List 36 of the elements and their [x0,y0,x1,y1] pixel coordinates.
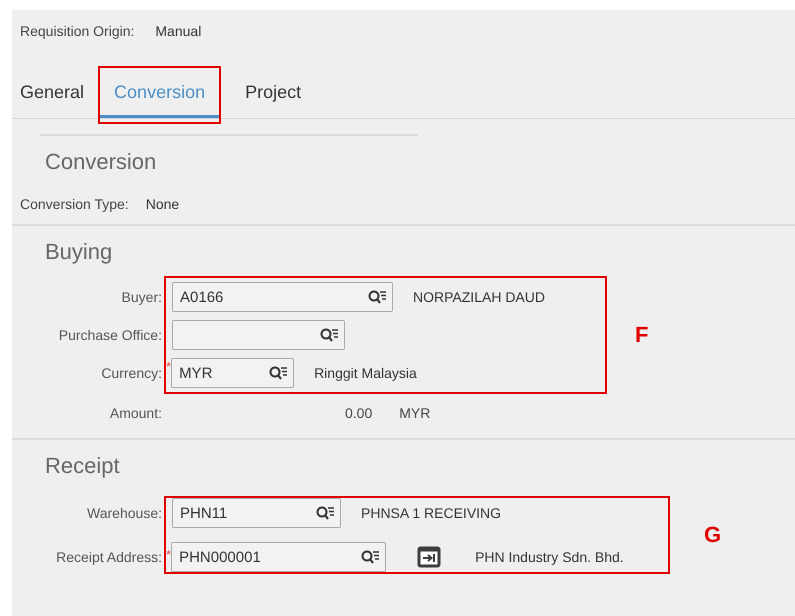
tab[interactable]: Project [245,82,302,118]
search-icon[interactable] [315,505,335,521]
field-label: Receipt Address: [56,549,162,565]
section-heading: Receipt [44,452,121,480]
field-label: Currency: [101,365,162,381]
search-icon[interactable] [268,365,288,381]
description-text: Ringgit Malaysia [314,365,417,381]
annotation-label: G [704,522,722,548]
field-label: Warehouse: [87,505,162,521]
description-text: NORPAZILAH DAUD [413,289,545,305]
lookup-field[interactable]: MYR [171,358,294,388]
description-text: PHN Industry Sdn. Bhd. [475,549,624,565]
action-icon[interactable] [417,546,442,568]
search-icon[interactable] [319,327,339,343]
search-icon[interactable] [360,549,380,565]
section-heading: Buying [44,238,114,266]
field-label: Buyer: [122,289,162,305]
field-value: Manual [155,23,202,39]
annotation-label: F [635,322,648,348]
lookup-field[interactable] [172,320,345,350]
field-label: Requisition Origin: [20,23,134,39]
field-label: Conversion Type: [20,196,129,212]
tab[interactable]: General [20,82,84,118]
required-marker: * [166,548,172,561]
required-marker: * [166,360,172,373]
amount-value: 0.00 [345,405,372,421]
lookup-field[interactable]: PHN11 [172,498,341,528]
currency-unit: MYR [399,405,430,421]
description-text: PHNSA 1 RECEIVING [361,505,502,521]
section-heading: Conversion [44,148,158,176]
field-value: None [146,196,180,212]
lookup-field[interactable]: A0166 [172,282,393,312]
search-icon[interactable] [367,289,387,305]
field-label: Amount: [110,405,162,421]
field-label: Purchase Office: [58,327,162,343]
lookup-field[interactable]: PHN000001 [171,542,386,572]
